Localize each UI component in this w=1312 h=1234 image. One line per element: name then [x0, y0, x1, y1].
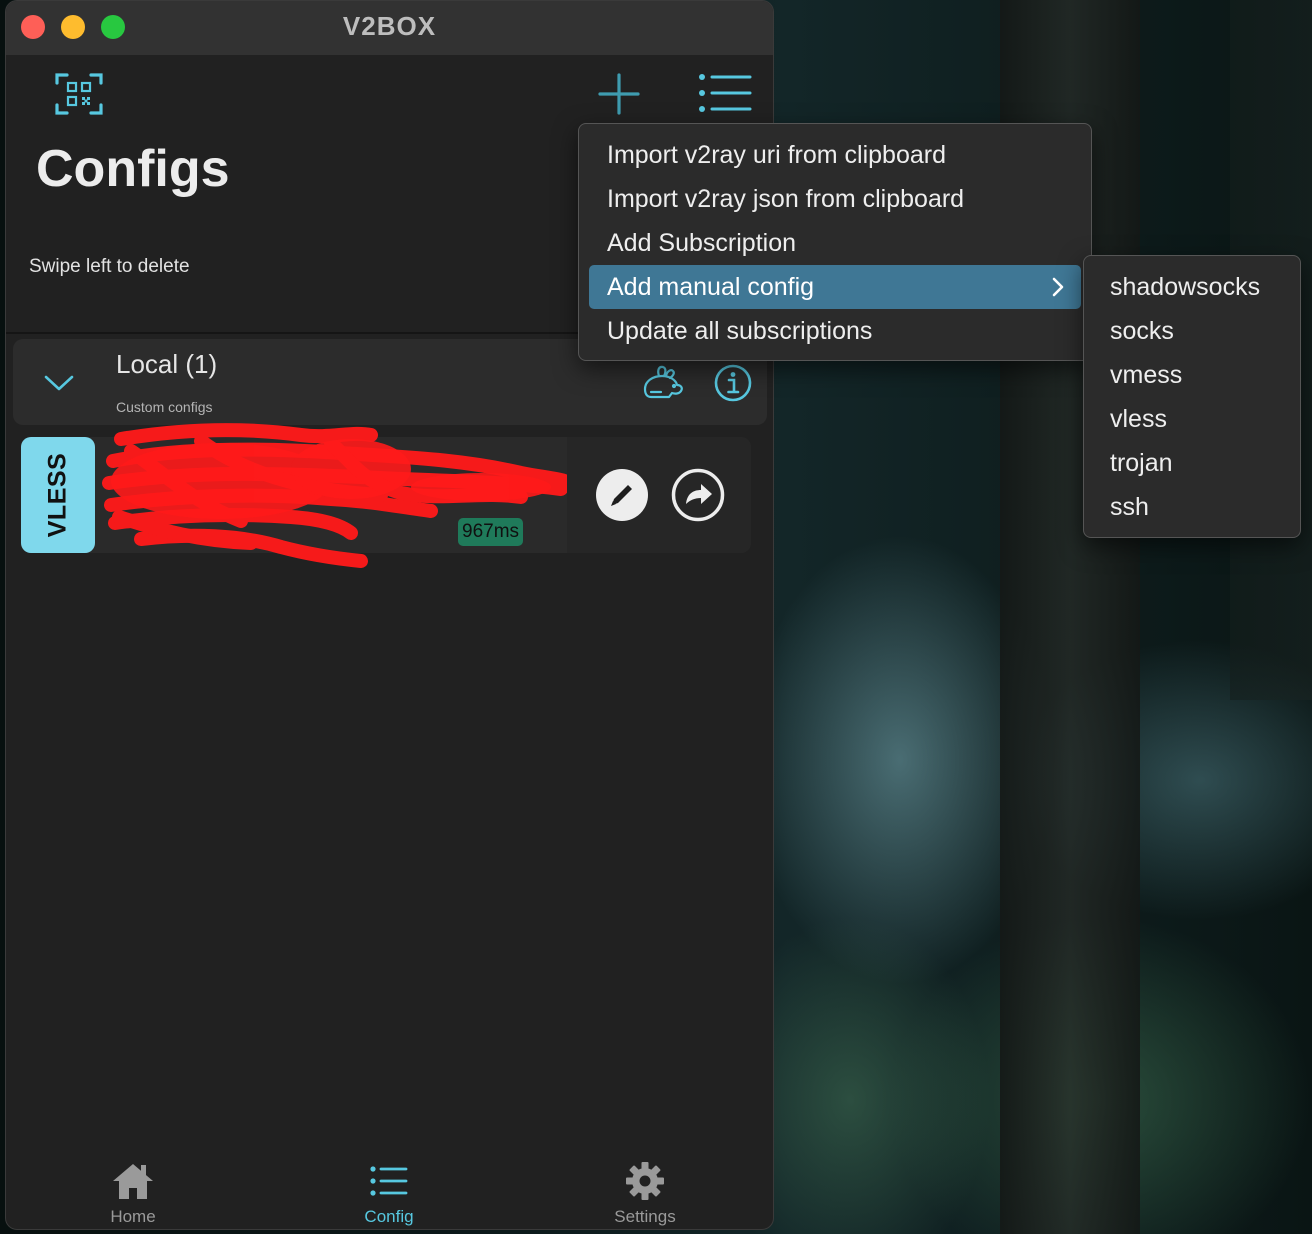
menu-item-add-subscription[interactable]: Add Subscription [589, 221, 1081, 265]
window-title: V2BOX [342, 11, 437, 41]
rabbit-speed-icon [643, 365, 683, 399]
menu-item-add-manual-config[interactable]: Add manual config [589, 265, 1081, 309]
group-info-button[interactable] [713, 363, 753, 403]
group-title: Local (1) [116, 349, 218, 379]
page-title: Configs [36, 140, 230, 198]
protocol-label: VLESS [43, 452, 72, 538]
qr-scan-button[interactable] [51, 69, 107, 119]
collapse-group-button[interactable] [41, 369, 77, 397]
tab-config[interactable]: Config [329, 1161, 449, 1227]
list-icon [370, 1166, 408, 1196]
menu-item-update-subscriptions[interactable]: Update all subscriptions [589, 309, 1081, 353]
tab-settings[interactable]: Settings [585, 1161, 705, 1227]
speed-test-button[interactable] [639, 363, 685, 403]
share-arrow-icon [671, 468, 725, 522]
list-icon [699, 74, 752, 112]
tab-home[interactable]: Home [73, 1161, 193, 1227]
submenu-item-trojan[interactable]: trojan [1094, 441, 1292, 485]
config-item[interactable]: VLESS 967ms [21, 423, 751, 568]
tab-label: Settings [614, 1207, 676, 1226]
home-icon [113, 1164, 153, 1199]
config-actions [567, 437, 751, 553]
tab-label: Home [110, 1207, 156, 1226]
submenu-item-socks[interactable]: socks [1094, 309, 1292, 353]
title-bar: V2BOX [6, 1, 773, 55]
menu-item-label: Add manual config [607, 273, 815, 301]
submenu-item-ssh[interactable]: ssh [1094, 485, 1292, 529]
menu-item-import-json[interactable]: Import v2ray json from clipboard [589, 177, 1081, 221]
swipe-hint: Swipe left to delete [29, 256, 190, 277]
menu-item-import-uri[interactable]: Import v2ray uri from clipboard [589, 133, 1081, 177]
submenu-item-shadowsocks[interactable]: shadowsocks [1094, 265, 1292, 309]
edit-config-button[interactable] [595, 468, 649, 522]
options-menu-button[interactable] [698, 73, 752, 113]
add-config-button[interactable] [596, 71, 642, 117]
submenu-item-vmess[interactable]: vmess [1094, 353, 1292, 397]
chevron-down-icon [44, 375, 74, 391]
manual-config-submenu: shadowsocks socks vmess vless trojan ssh [1083, 255, 1301, 538]
share-config-button[interactable] [671, 468, 725, 522]
group-subtitle: Custom configs [116, 399, 213, 415]
pencil-icon [596, 469, 648, 521]
options-dropdown-menu: Import v2ray uri from clipboard Import v… [578, 123, 1092, 361]
redaction-scribble [102, 423, 571, 568]
tab-label: Config [364, 1207, 414, 1226]
info-icon [714, 364, 752, 402]
submenu-item-vless[interactable]: vless [1094, 397, 1292, 441]
chevron-right-icon [1052, 277, 1064, 297]
protocol-badge: VLESS [21, 437, 95, 553]
latency-badge: 967ms [458, 518, 524, 546]
gear-icon [626, 1162, 664, 1200]
plus-icon [598, 73, 640, 115]
qr-code-scan-icon [55, 73, 103, 115]
